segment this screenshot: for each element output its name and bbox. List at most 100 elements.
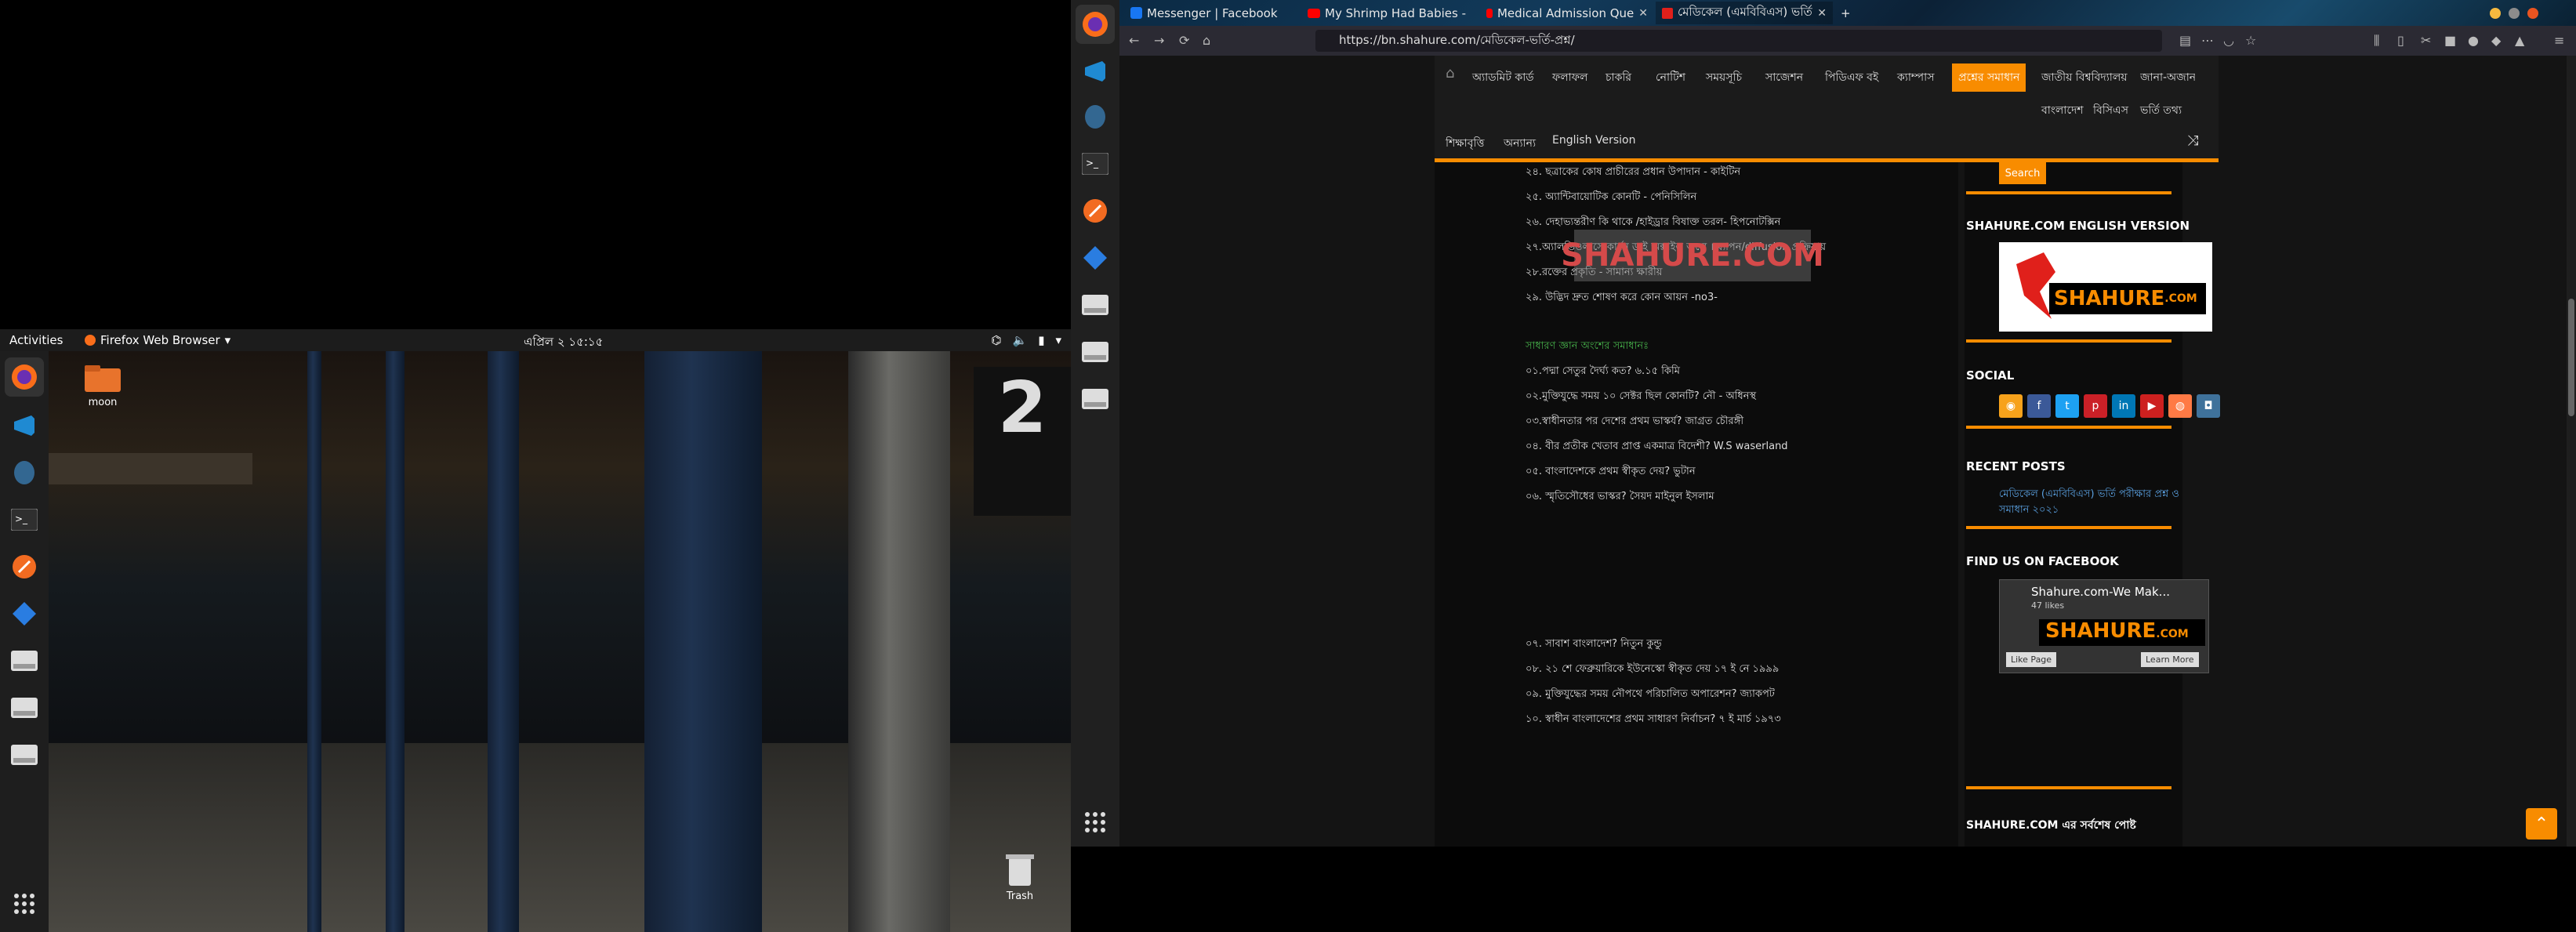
minimize-button[interactable] bbox=[2490, 7, 2501, 19]
clock[interactable]: এপ্রিল ২ ১৫:১৫ bbox=[524, 333, 603, 353]
app-grid-icon[interactable] bbox=[1076, 803, 1115, 842]
safari-icon[interactable] bbox=[5, 547, 44, 586]
firefox-icon[interactable] bbox=[5, 357, 44, 397]
desktop-trash[interactable]: Trash bbox=[992, 851, 1047, 902]
scroll-top-button[interactable]: ⌃ bbox=[2526, 808, 2557, 840]
rss-icon[interactable]: ◉ bbox=[1999, 394, 2023, 418]
menu-item[interactable]: পিডিএফ বই bbox=[1825, 68, 1878, 87]
home-icon[interactable]: ⌂ bbox=[1446, 65, 1454, 82]
menu-item[interactable]: অ্যাডমিট কার্ড bbox=[1472, 68, 1534, 87]
question-row: ০৬. স্মৃতিসৌধের ভাস্কর? সৈয়দ মাইনুল ইসল… bbox=[1526, 491, 1714, 502]
trash-label: Trash bbox=[1006, 890, 1034, 902]
more-icon[interactable]: ⋯ bbox=[2201, 33, 2214, 48]
forward-icon[interactable]: → bbox=[1154, 33, 1164, 48]
drive-icon[interactable] bbox=[5, 735, 44, 774]
tab-shrimp[interactable]: My Shrimp Had Babies - bbox=[1301, 2, 1483, 24]
facebook-widget[interactable]: Shahure.com-We Mak... 47 likes SHAHURE.C… bbox=[1999, 579, 2209, 673]
terminal-icon[interactable]: >_ bbox=[5, 500, 44, 539]
terminal-icon[interactable]: >_ bbox=[1076, 144, 1115, 183]
maximize-button[interactable] bbox=[2509, 7, 2520, 19]
firefox-icon[interactable] bbox=[1076, 5, 1115, 44]
star-icon[interactable]: ☆ bbox=[2245, 33, 2256, 48]
reload-icon[interactable]: ⟳ bbox=[1179, 33, 1189, 48]
instagram-icon[interactable]: ◘ bbox=[2197, 394, 2220, 418]
library-icon[interactable]: ⫼ bbox=[2374, 33, 2379, 49]
tab-shahure[interactable]: মেডিকেল (এমবিবিএস) ভর্তি ✕ bbox=[1656, 2, 1833, 24]
reddit-icon[interactable]: ◍ bbox=[2168, 394, 2192, 418]
menu-item[interactable]: সাজেশন bbox=[1765, 68, 1803, 87]
menu-item[interactable]: নোটিশ bbox=[1656, 68, 1685, 87]
database-icon[interactable] bbox=[5, 453, 44, 492]
home-icon[interactable]: ⌂ bbox=[1203, 33, 1210, 48]
back-icon[interactable]: ← bbox=[1129, 33, 1139, 48]
pinterest-icon[interactable]: p bbox=[2084, 394, 2107, 418]
extension-icon[interactable]: ● bbox=[2468, 33, 2479, 48]
tab-messenger[interactable]: Messenger | Facebook bbox=[1124, 2, 1311, 24]
linkedin-icon[interactable]: in bbox=[2112, 394, 2135, 418]
close-icon[interactable]: ✕ bbox=[1638, 7, 1648, 20]
git-icon[interactable] bbox=[1076, 238, 1115, 277]
app-grid-icon[interactable] bbox=[5, 884, 44, 923]
menu-item-active[interactable]: প্রশ্নের সমাধান bbox=[1952, 63, 2026, 92]
recent-heading: RECENT POSTS bbox=[1966, 459, 2066, 473]
extension-icon[interactable]: ◆ bbox=[2491, 33, 2501, 48]
menu-item[interactable]: জাতীয় বিশ্ববিদ্যালয় bbox=[2041, 68, 2128, 87]
url-bar[interactable]: https://bn.shahure.com/মেডিকেল-ভর্তি-প্র… bbox=[1315, 30, 2162, 52]
menu-item[interactable]: বাংলাদেশ bbox=[2041, 101, 2084, 120]
fb-page-name[interactable]: Shahure.com-We Mak... bbox=[2031, 585, 2170, 599]
site-menu: ⌂ অ্যাডমিট কার্ড ফলাফল চাকরি নোটিশ সময়স… bbox=[1435, 56, 2219, 162]
shuffle-icon[interactable]: ⤨ bbox=[2187, 132, 2198, 149]
desktop-folder[interactable]: moon bbox=[75, 362, 130, 408]
scrollbar[interactable] bbox=[2567, 56, 2576, 847]
drive-icon[interactable] bbox=[1076, 379, 1115, 419]
station-sign: 2 bbox=[974, 367, 1071, 516]
sidebar-icon[interactable]: ▯ bbox=[2397, 33, 2404, 48]
logo-link[interactable]: SHAHURE .COM bbox=[1999, 242, 2212, 332]
question-row: ২৬. দেহাভ্যন্তরীণ কি থাকে /হাইড্রার বিষা… bbox=[1526, 216, 1781, 228]
safari-icon[interactable] bbox=[1076, 191, 1115, 230]
reader-icon[interactable]: ▤ bbox=[2179, 33, 2191, 48]
menu-item[interactable]: অন্যান্য bbox=[1504, 134, 1536, 153]
fb-like-button[interactable]: Like Page bbox=[2006, 652, 2057, 667]
drive-icon[interactable] bbox=[1076, 332, 1115, 372]
tab-medical[interactable]: Medical Admission Que ✕ bbox=[1480, 2, 1654, 24]
menu-item[interactable]: জানা-অজানা bbox=[2140, 68, 2195, 87]
database-icon[interactable] bbox=[1076, 97, 1115, 136]
logo-text: SHAHURE bbox=[2045, 619, 2157, 643]
system-tray[interactable]: ⌬ 🔈 ▮ ▾ bbox=[991, 333, 1061, 347]
menu-icon[interactable]: ≡ bbox=[2554, 33, 2564, 48]
close-window-button[interactable] bbox=[2527, 7, 2538, 19]
drive-icon[interactable] bbox=[5, 641, 44, 680]
app-menu-label: Firefox Web Browser bbox=[100, 333, 220, 347]
menu-item[interactable]: সময়সূচি bbox=[1706, 68, 1742, 87]
screenshot-icon[interactable]: ✂ bbox=[2421, 33, 2431, 48]
git-icon[interactable] bbox=[5, 594, 44, 633]
menu-item[interactable]: শিক্ষাবৃত্তি bbox=[1446, 134, 1485, 153]
pocket-icon[interactable]: ◡ bbox=[2223, 33, 2234, 48]
youtube-icon[interactable]: ▶ bbox=[2140, 394, 2164, 418]
scrollbar-thumb[interactable] bbox=[2568, 299, 2574, 416]
search-button[interactable]: Search bbox=[1999, 162, 2046, 184]
facebook-icon bbox=[1130, 7, 1142, 19]
menu-item[interactable]: ফলাফল bbox=[1552, 68, 1587, 87]
menu-item[interactable]: বিসিএস bbox=[2093, 101, 2128, 120]
menu-item[interactable]: English Version bbox=[1552, 134, 1635, 147]
extension-icon[interactable]: ■ bbox=[2444, 33, 2456, 48]
drive-icon[interactable] bbox=[5, 688, 44, 727]
vscode-icon[interactable] bbox=[5, 406, 44, 445]
fb-learn-more-button[interactable]: Learn More bbox=[2141, 652, 2199, 667]
activities-button[interactable]: Activities bbox=[9, 333, 63, 347]
close-icon[interactable]: ✕ bbox=[1817, 7, 1827, 20]
firefox-small-icon bbox=[85, 335, 96, 346]
drive-icon[interactable] bbox=[1076, 285, 1115, 325]
menu-item[interactable]: চাকরি bbox=[1605, 68, 1631, 87]
app-menu[interactable]: Firefox Web Browser ▾ bbox=[85, 333, 230, 347]
new-tab-button[interactable]: + bbox=[1834, 2, 1858, 24]
facebook-icon[interactable]: f bbox=[2027, 394, 2051, 418]
recent-post-link[interactable]: মেডিকেল (এমবিবিএস) ভর্তি পরীক্ষার প্রশ্ন… bbox=[1999, 487, 2211, 518]
menu-item[interactable]: ক্যাম্পাস bbox=[1897, 68, 1934, 87]
menu-item[interactable]: ভর্তি তথ্য bbox=[2140, 101, 2182, 120]
extension-icon[interactable]: ▲ bbox=[2515, 33, 2524, 48]
twitter-icon[interactable]: t bbox=[2055, 394, 2079, 418]
vscode-icon[interactable] bbox=[1076, 52, 1115, 91]
